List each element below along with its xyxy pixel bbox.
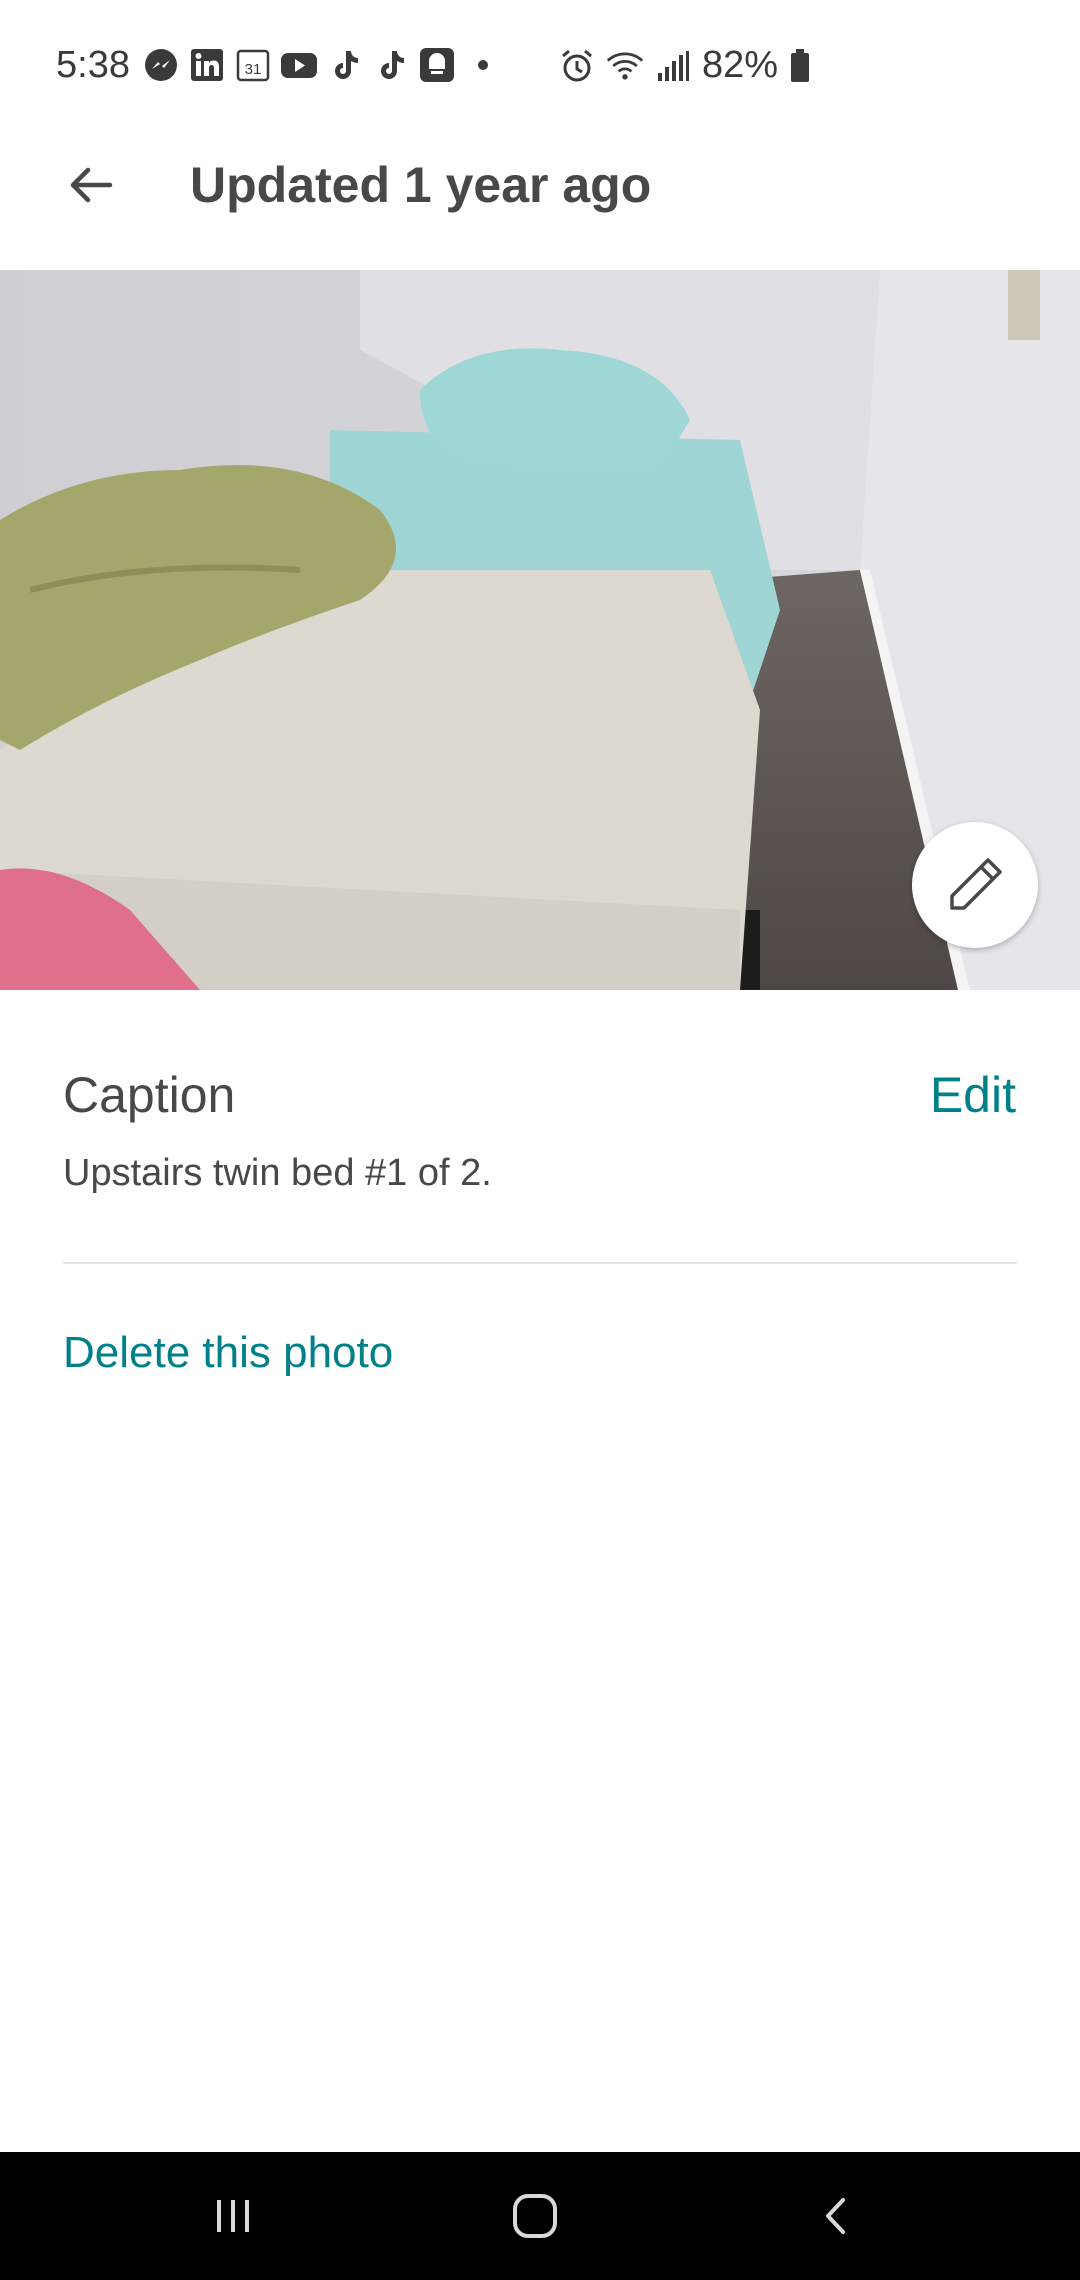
wifi-icon	[606, 47, 644, 85]
tiktok-icon	[372, 46, 410, 84]
svg-text:31: 31	[245, 61, 262, 78]
app-bar: Updated 1 year ago	[0, 120, 1080, 270]
battery-icon	[788, 47, 812, 85]
status-bar: 5:38 31 82%	[0, 0, 1080, 120]
arrow-left-icon	[70, 167, 113, 203]
divider	[63, 1262, 1017, 1264]
linkedin-icon	[188, 46, 226, 84]
caption-text: Upstairs twin bed #1 of 2.	[63, 1152, 492, 1194]
back-nav-button[interactable]	[762, 2152, 912, 2280]
battery-percentage: 82%	[701, 44, 778, 86]
signal-icon	[654, 47, 692, 85]
edit-photo-button[interactable]	[912, 822, 1038, 948]
youtube-icon	[280, 46, 318, 84]
edit-caption-button[interactable]: Edit	[930, 1066, 1016, 1124]
alarm-icon	[558, 47, 596, 85]
home-button[interactable]	[460, 2152, 610, 2280]
system-status: 82%	[558, 44, 812, 87]
back-button[interactable]	[56, 150, 126, 220]
calendar-icon: 31	[234, 46, 272, 84]
page-title: Updated 1 year ago	[190, 157, 652, 213]
navigation-bar	[0, 2152, 1080, 2280]
caption-label: Caption	[63, 1067, 236, 1123]
notification-icons: 31	[142, 46, 502, 84]
status-time: 5:38	[56, 44, 130, 86]
tiktok-icon	[326, 46, 364, 84]
delete-photo-button[interactable]: Delete this photo	[63, 1328, 393, 1378]
recents-icon	[217, 2200, 249, 2232]
home-icon	[513, 2194, 557, 2238]
messenger-icon	[142, 46, 180, 84]
recents-button[interactable]	[158, 2152, 308, 2280]
notification-icon	[418, 46, 456, 84]
dot-icon	[464, 46, 502, 84]
back-chevron-icon	[826, 2198, 845, 2234]
pencil-icon	[950, 858, 1002, 910]
